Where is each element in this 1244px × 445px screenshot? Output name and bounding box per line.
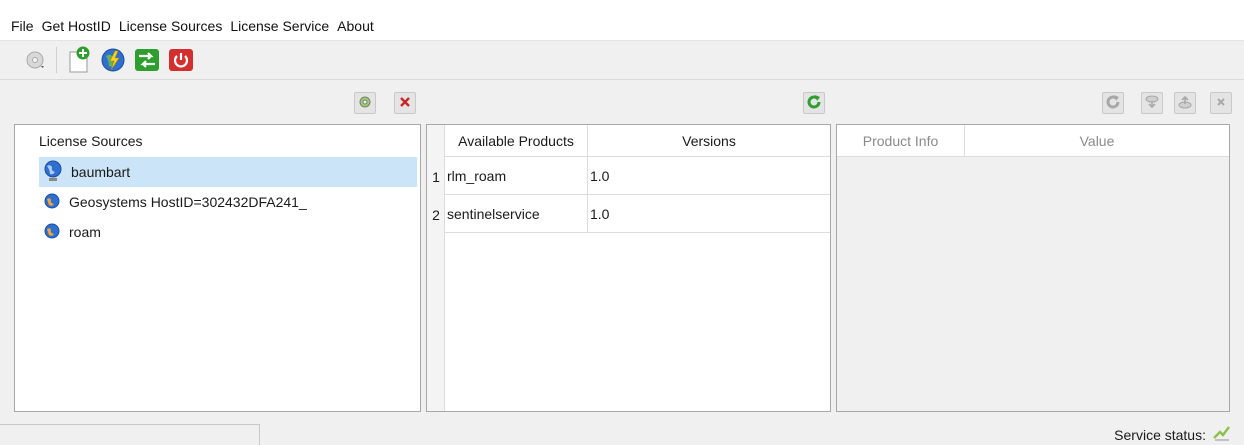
tree-item-label: roam: [69, 224, 101, 240]
disc-dropdown-icon[interactable]: [22, 46, 50, 74]
menu-about[interactable]: About: [337, 18, 374, 34]
menu-license-service[interactable]: License Service: [230, 18, 329, 34]
status-bar-field: [0, 424, 260, 445]
refresh-info-button[interactable]: [1102, 92, 1124, 114]
gear-icon: [357, 94, 373, 113]
upload-button[interactable]: [1174, 92, 1196, 114]
column-header-products[interactable]: Available Products: [445, 125, 588, 157]
menu-bar: File Get HostID License Sources License …: [0, 0, 1244, 40]
upload-icon: [1177, 94, 1193, 113]
row-number: 2: [432, 207, 440, 223]
add-document-icon[interactable]: [65, 46, 93, 74]
product-info-panel: Product Info Value: [836, 124, 1230, 412]
product-cell[interactable]: sentinelservice: [445, 195, 588, 233]
products-panel: Available Products Versions 1 rlm_roam 1…: [426, 124, 831, 412]
close-icon: [399, 95, 411, 111]
tree-item-baumbart[interactable]: baumbart: [39, 157, 417, 187]
refresh-icon: [1105, 94, 1121, 113]
version-cell[interactable]: 1.0: [588, 195, 830, 233]
column-header-value[interactable]: Value: [965, 125, 1229, 157]
menu-license-sources[interactable]: License Sources: [119, 18, 223, 34]
download-icon: [1144, 94, 1160, 113]
delete-source-button[interactable]: [394, 92, 416, 114]
tree-item-roam[interactable]: roam: [39, 217, 417, 247]
menu-get-hostid[interactable]: Get HostID: [42, 18, 111, 34]
column-header-versions[interactable]: Versions: [588, 125, 830, 157]
settings-gear-button[interactable]: [354, 92, 376, 114]
globe-icon: [43, 222, 61, 243]
refresh-products-button[interactable]: [803, 92, 825, 114]
service-status-icon: [1212, 424, 1232, 445]
service-status-label: Service status:: [1114, 426, 1206, 443]
exchange-arrows-icon[interactable]: [133, 46, 161, 74]
service-status: Service status:: [1114, 424, 1232, 445]
license-sources-header: License Sources: [39, 133, 143, 149]
toolbar: [0, 40, 1244, 80]
tree-item-label: Geosystems HostID=302432DFA241_: [69, 194, 307, 210]
globe-icon: [43, 160, 63, 185]
product-cell[interactable]: rlm_roam: [445, 157, 588, 195]
column-header-product-info[interactable]: Product Info: [837, 125, 965, 157]
row-number: 1: [432, 169, 440, 185]
toolbar-separator: [56, 47, 57, 73]
refresh-icon: [806, 94, 822, 113]
version-cell[interactable]: 1.0: [588, 157, 830, 195]
license-sources-panel: License Sources baumbart Geosystems Host…: [14, 124, 421, 412]
tree-item-label: baumbart: [71, 164, 131, 180]
power-icon[interactable]: [167, 46, 195, 74]
menu-file[interactable]: File: [11, 18, 34, 34]
globe-lightning-icon[interactable]: [99, 46, 127, 74]
globe-icon: [43, 192, 61, 213]
close-icon: [1215, 95, 1227, 111]
tree-item-geosystems[interactable]: Geosystems HostID=302432DFA241_: [39, 187, 417, 217]
remove-info-button[interactable]: [1210, 92, 1232, 114]
download-button[interactable]: [1141, 92, 1163, 114]
